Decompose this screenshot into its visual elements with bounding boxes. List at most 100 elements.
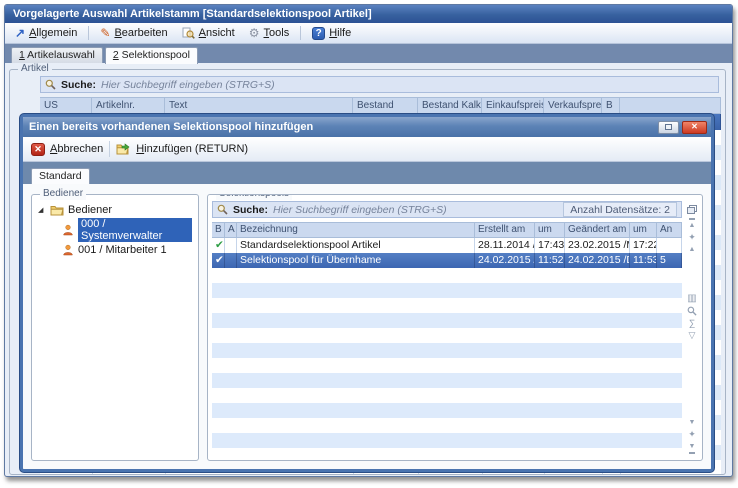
column-header[interactable]: Bestand Kalk. [418, 98, 482, 113]
menu-ansicht[interactable]: Ansicht [176, 25, 241, 41]
tree-expander-icon[interactable]: ◢ [38, 206, 46, 214]
bediener-group: Bediener ◢ Bediener 000 / Systemverwalte [31, 194, 199, 461]
restore-icon [665, 124, 672, 130]
column-header[interactable]: Bestand [353, 98, 418, 113]
dialog-tab-strip: Standard [23, 162, 711, 184]
empty-row [212, 418, 682, 433]
scroll-to-top-icon[interactable]: ▲ [689, 218, 696, 230]
row-down-icon[interactable]: ▼ [689, 418, 696, 427]
column-header[interactable]: Verkaufspreis [544, 98, 602, 113]
tab-selektionspool[interactable]: 2 Selektionspool [105, 47, 198, 64]
move-row-up-icon[interactable]: ✦ [688, 233, 696, 242]
cell-erstellt-um: 11:52 [535, 253, 565, 268]
artikel-search-bar[interactable]: Suche: Hier Suchbegriff eingeben (STRG+S… [40, 76, 719, 93]
dialog-title-bar: Einen bereits vorhandenen Selektionspool… [23, 117, 711, 137]
tab-artikelauswahl-label: 1 Artikelauswahl [19, 49, 95, 61]
column-header[interactable]: A [225, 223, 237, 237]
menu-tools-label: Tools [264, 27, 290, 39]
cell-geaendert-um: 11:53 [630, 253, 657, 268]
column-header[interactable]: B [602, 98, 620, 113]
tree-item-mitarbeiter1[interactable]: 001 / Mitarbeiter 1 [60, 243, 194, 257]
artikel-header-row: US Artikelnr. Text Bestand Bestand Kalk.… [40, 97, 721, 114]
allgemein-arrow-icon: ↗ [15, 28, 25, 38]
main-title-bar: Vorgelagerte Auswahl Artikelstamm [Stand… [5, 5, 732, 23]
hinzufuegen-button[interactable]: Hinzufügen (RETURN) [116, 143, 248, 155]
filter-icon[interactable]: ▽ [689, 331, 696, 340]
pools-header-row: B A Bezeichnung Erstellt am um Geändert … [212, 222, 682, 238]
column-header[interactable]: B [212, 223, 225, 237]
menu-bearbeiten[interactable]: ✎ Bearbeiten [94, 25, 173, 41]
menu-bar: ↗ Allgemein ✎ Bearbeiten Ansicht ⚙ Tools… [5, 23, 732, 44]
screenshot-stage: Vorgelagerte Auswahl Artikelstamm [Stand… [0, 0, 738, 488]
empty-row [212, 328, 682, 343]
tree-root-bediener[interactable]: ◢ Bediener [36, 203, 194, 217]
main-tab-strip: 1 Artikelauswahl 2 Selektionspool [5, 44, 732, 63]
cell-geaendert-am: 23.02.2015 /Mo [565, 238, 630, 253]
menu-separator [300, 26, 301, 40]
menu-allgemein[interactable]: ↗ Allgemein [9, 25, 83, 41]
bediener-tree: ◢ Bediener 000 / Systemverwalter [32, 195, 198, 265]
empty-row [212, 373, 682, 388]
help-icon: ? [312, 27, 325, 40]
empty-row [212, 433, 682, 448]
search-icon [217, 204, 228, 215]
tree-item-label: 001 / Mitarbeiter 1 [78, 244, 167, 256]
abbrechen-label: Abbrechen [50, 143, 103, 155]
move-row-down-icon[interactable]: ✦ [688, 430, 696, 439]
column-header[interactable]: Erstellt am [475, 223, 535, 237]
toolbar-separator [109, 141, 110, 157]
sum-icon[interactable]: ∑ [689, 319, 695, 328]
row-up-icon[interactable]: ▲ [689, 245, 696, 254]
abbrechen-button[interactable]: ✕ Abbrechen [31, 143, 103, 156]
cell-an: 5 [657, 253, 682, 268]
search-icon [45, 79, 56, 90]
pools-search-bar[interactable]: Suche: Hier Suchbegriff eingeben (STRG+S… [212, 201, 682, 218]
menu-hilfe-label: Hilfe [329, 27, 351, 39]
column-header[interactable]: Text [165, 98, 353, 113]
user-icon [62, 244, 74, 256]
artikel-search-label: Suche: [61, 79, 96, 91]
pool-row-standardselektionspool[interactable]: ✔ Standardselektionspool Artikel 28.11.2… [212, 238, 682, 253]
close-icon: ✕ [691, 123, 698, 131]
columns-icon[interactable]: ▥ [687, 294, 696, 303]
pools-search-placeholder: Hier Suchbegriff eingeben (STRG+S) [273, 204, 447, 216]
column-header[interactable]: Bezeichnung [237, 223, 475, 237]
pools-empty-rows [212, 268, 682, 456]
cell-geaendert-am: 24.02.2015 /Di [565, 253, 630, 268]
column-chooser-icon[interactable] [687, 205, 697, 214]
cell-erstellt-am: 24.02.2015 /Di [475, 253, 535, 268]
main-title: Vorgelagerte Auswahl Artikelstamm [Stand… [13, 8, 372, 20]
column-header[interactable]: um [535, 223, 565, 237]
pool-row-uebernahme-selected[interactable]: ✔ Selektionspool für Übernhame 24.02.201… [212, 253, 682, 268]
tab-selektionspool-label: 2 Selektionspool [113, 49, 190, 61]
gear-icon: ⚙ [249, 28, 260, 38]
view-magnifier-icon [182, 27, 195, 39]
restore-button[interactable] [658, 121, 679, 134]
selektionspools-group-label: Selektionspools [216, 194, 292, 200]
column-header[interactable]: Artikelnr. [92, 98, 165, 113]
tab-standard-label: Standard [39, 170, 82, 182]
grid-search-icon[interactable] [687, 306, 697, 316]
hinzufuegen-label: Hinzufügen (RETURN) [136, 143, 248, 155]
column-header[interactable]: Einkaufspreis [482, 98, 544, 113]
menu-ansicht-label: Ansicht [199, 27, 235, 39]
cell-geaendert-um: 17:22 [630, 238, 657, 253]
pools-search-label: Suche: [233, 204, 268, 216]
add-selektionspool-dialog: Einen bereits vorhandenen Selektionspool… [20, 114, 714, 472]
cell-erstellt-um: 17:43 [535, 238, 565, 253]
column-header[interactable]: An [657, 223, 682, 237]
column-header[interactable]: um [630, 223, 657, 237]
empty-row [212, 298, 682, 313]
menu-tools[interactable]: ⚙ Tools [243, 25, 295, 41]
tab-artikelauswahl[interactable]: 1 Artikelauswahl [11, 47, 103, 63]
column-header[interactable]: Geändert am [565, 223, 630, 237]
tab-standard[interactable]: Standard [31, 168, 90, 185]
column-header [620, 98, 721, 113]
close-button[interactable]: ✕ [682, 121, 707, 134]
scroll-to-bottom-icon[interactable]: ▼ [689, 442, 696, 454]
tree-item-systemverwalter[interactable]: 000 / Systemverwalter [60, 217, 194, 243]
column-header[interactable]: US [40, 98, 92, 113]
user-icon [62, 224, 74, 236]
tree-root-label: Bediener [68, 204, 112, 216]
menu-hilfe[interactable]: ? Hilfe [306, 25, 357, 42]
